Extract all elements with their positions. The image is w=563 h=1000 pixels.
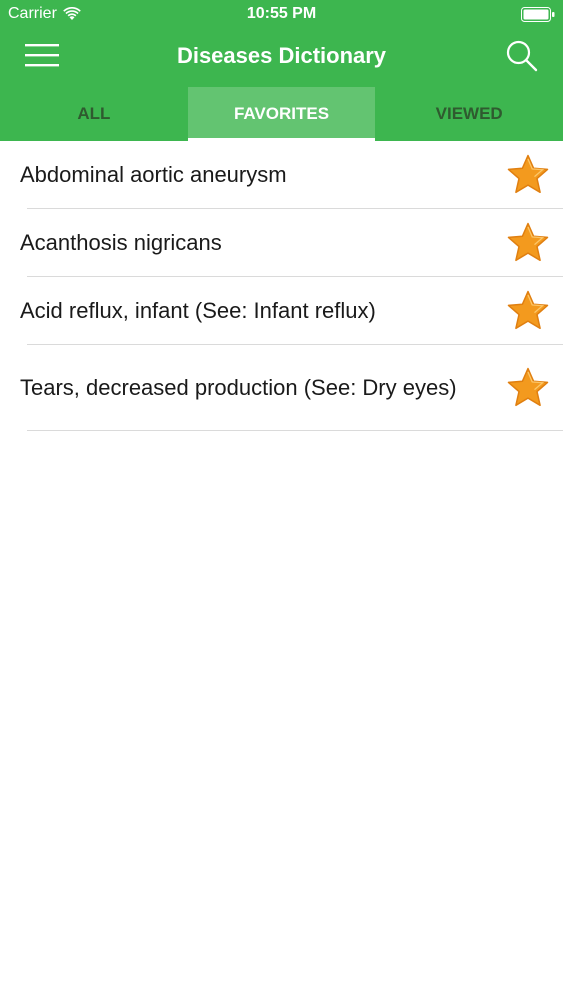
tab-bar: ALL FAVORITES VIEWED xyxy=(0,87,563,141)
star-icon[interactable] xyxy=(505,152,551,198)
tab-favorites[interactable]: FAVORITES xyxy=(187,87,376,141)
header: Carrier 10:55 PM Diseases Dictionary ALL… xyxy=(0,0,563,141)
tab-viewed[interactable]: VIEWED xyxy=(375,87,563,141)
star-icon[interactable] xyxy=(505,365,551,411)
list-item-label: Acanthosis nigricans xyxy=(20,230,222,255)
list-item-label: Acid reflux, infant (See: Infant reflux) xyxy=(20,298,376,323)
star-icon[interactable] xyxy=(505,220,551,266)
page-title: Diseases Dictionary xyxy=(176,43,387,68)
search-icon[interactable] xyxy=(505,39,539,73)
favorites-list: Abdominal aortic aneurysm Acanthosis nig… xyxy=(0,141,563,431)
app-screen: Carrier 10:55 PM Diseases Dictionary ALL… xyxy=(0,0,563,1000)
list-item-label: Tears, decreased production (See: Dry ey… xyxy=(20,375,457,400)
battery-icon xyxy=(521,7,555,22)
navigation-bar: Diseases Dictionary xyxy=(0,30,563,86)
status-time: 10:55 PM xyxy=(246,5,317,22)
list-item-label: Abdominal aortic aneurysm xyxy=(20,162,287,187)
list-item[interactable]: Tears, decreased production (See: Dry ey… xyxy=(0,345,563,431)
list-item[interactable]: Acanthosis nigricans xyxy=(0,209,563,277)
list-item[interactable]: Acid reflux, infant (See: Infant reflux) xyxy=(0,277,563,345)
tab-all[interactable]: ALL xyxy=(0,87,188,141)
list-item[interactable]: Abdominal aortic aneurysm xyxy=(0,141,563,209)
status-bar: Carrier 10:55 PM xyxy=(0,0,563,30)
star-icon[interactable] xyxy=(505,288,551,334)
